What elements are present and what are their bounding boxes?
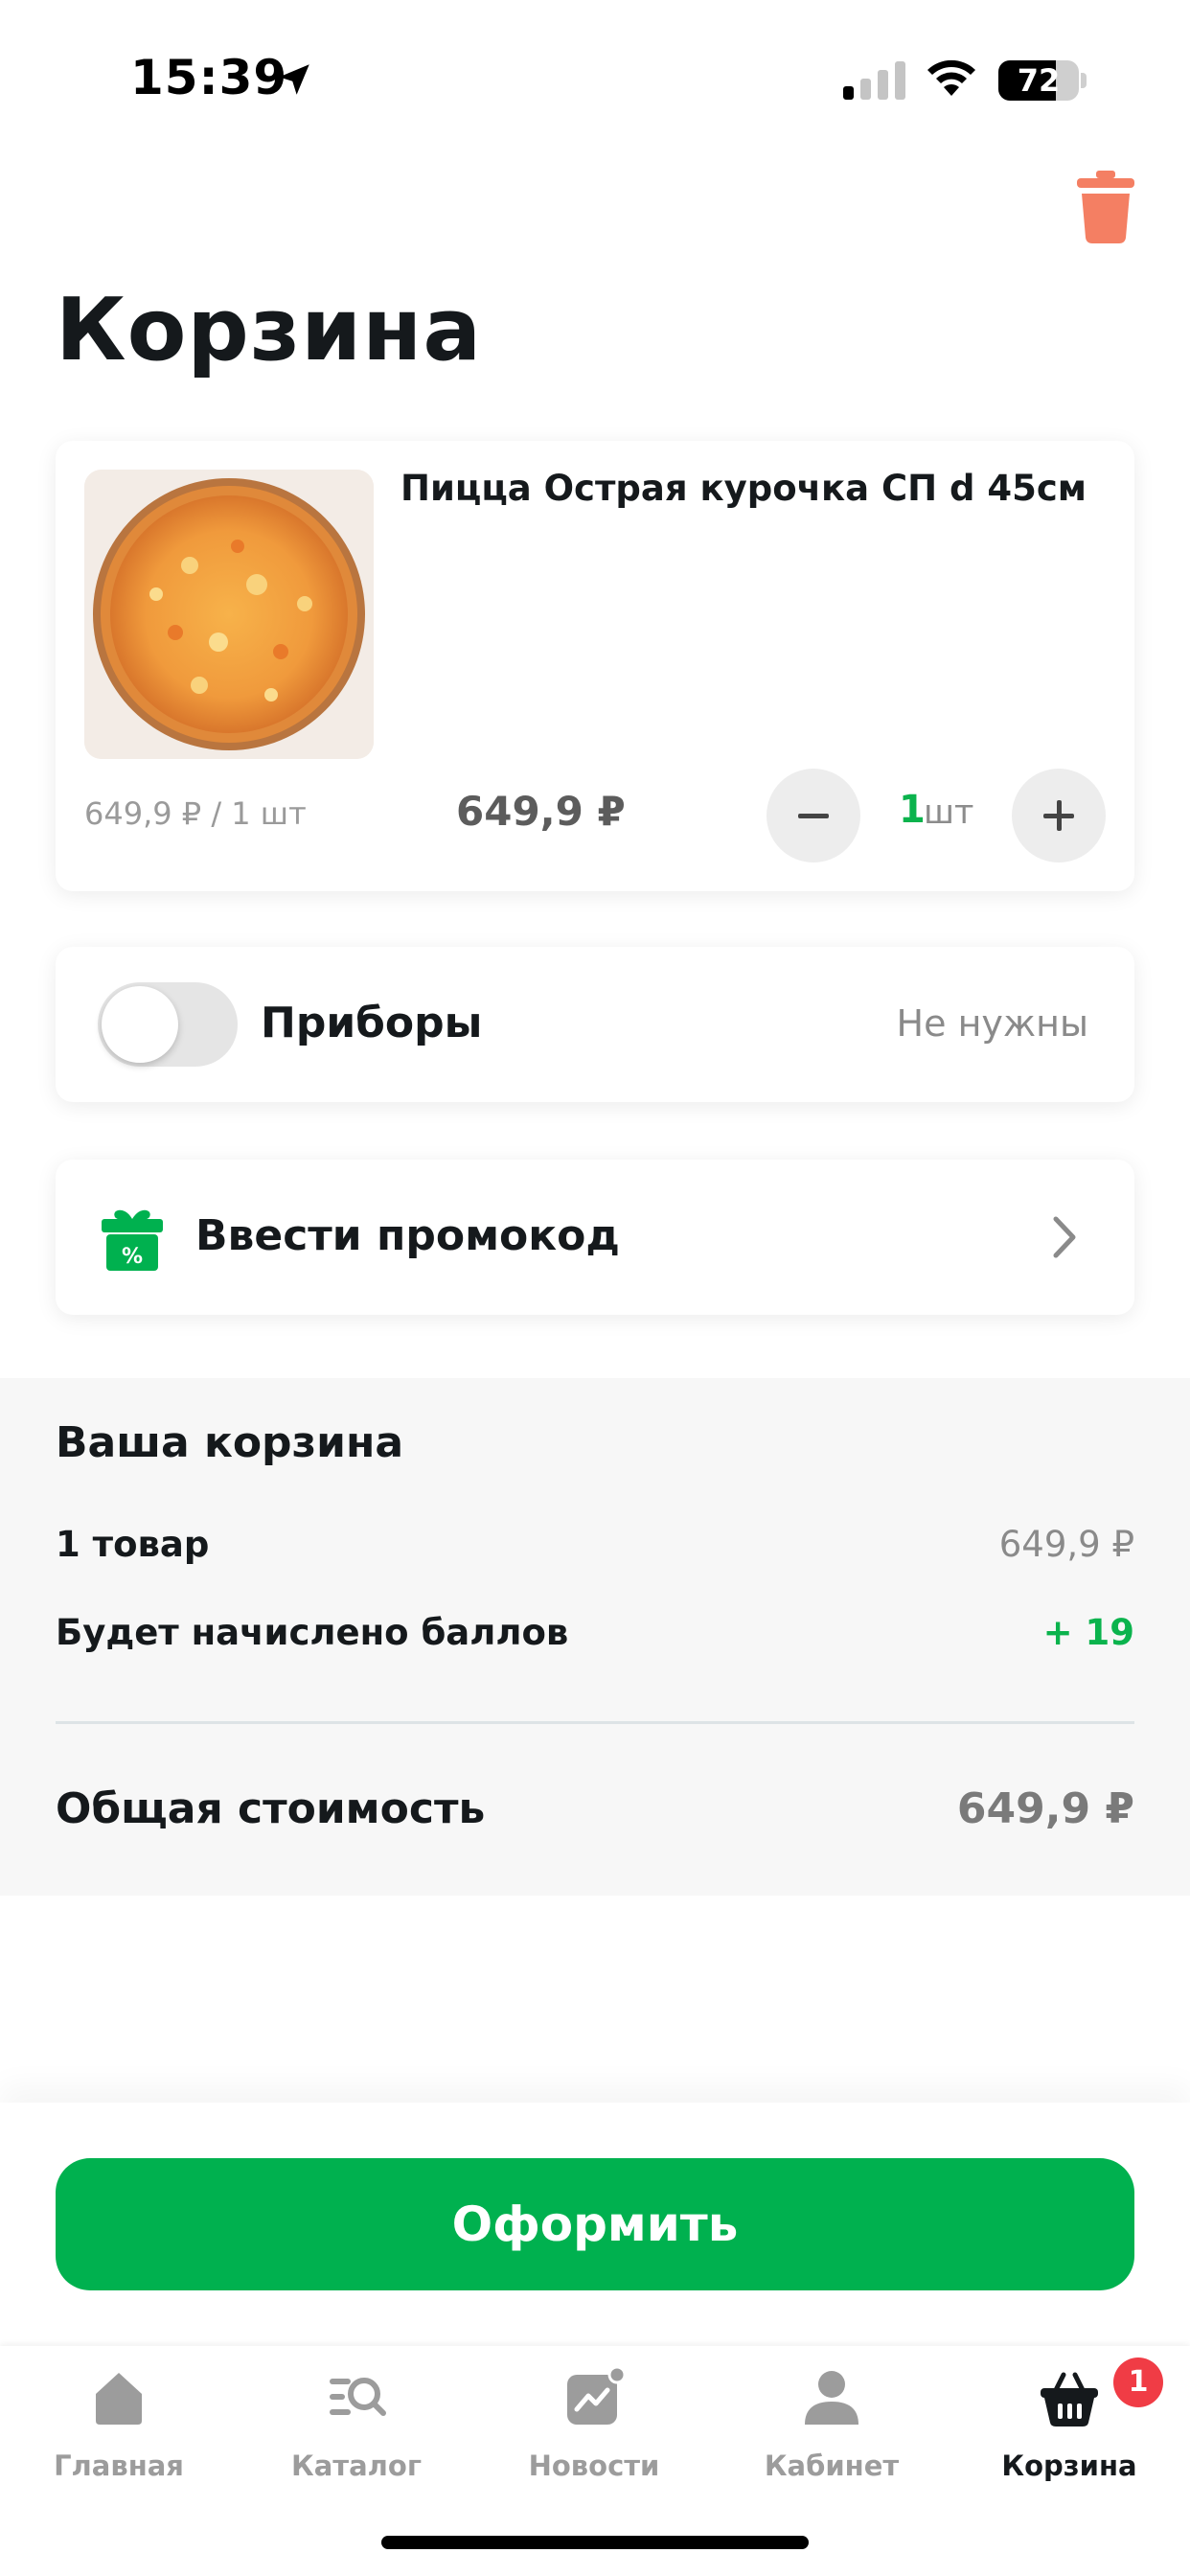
promo-label: Ввести промокод (195, 1211, 620, 1260)
points-value: + 19 (1042, 1612, 1134, 1653)
checkout-button[interactable]: Оформить (56, 2158, 1134, 2290)
cutlery-label: Приборы (261, 999, 483, 1047)
gift-percent-icon: % (102, 1209, 163, 1271)
total-label: Общая стоимость (56, 1784, 486, 1833)
tab-label-news: Новости (528, 2450, 660, 2482)
home-icon (96, 2373, 142, 2425)
svg-text:%: % (122, 1245, 143, 1269)
decrease-quantity-button[interactable] (767, 769, 860, 862)
item-quantity: 1 (899, 788, 926, 832)
cutlery-card: Приборы Не нужны (56, 947, 1134, 1102)
pizza-illustration (84, 470, 374, 759)
trash-icon[interactable] (1077, 171, 1134, 243)
promo-code-row[interactable]: % Ввести промокод (56, 1160, 1134, 1315)
news-chart-icon (567, 2367, 625, 2425)
item-name[interactable]: Пицца Острая курочка СП d 45см (400, 468, 1110, 509)
cellular-signal-icon (843, 61, 905, 100)
tab-news[interactable]: Новости (475, 2346, 713, 2538)
item-unit-price: 649,9 ₽ / 1 шт (84, 795, 307, 832)
tab-label-account: Кабинет (764, 2450, 900, 2482)
checkout-area: Оформить (0, 2103, 1190, 2346)
location-arrow-icon (279, 64, 309, 95)
tab-label-home: Главная (54, 2450, 184, 2482)
status-time: 15:39 (130, 50, 288, 105)
summary-title: Ваша корзина (56, 1418, 404, 1467)
points-label: Будет начислено баллов (56, 1612, 569, 1653)
basket-icon (1041, 2372, 1098, 2426)
tab-home[interactable]: Главная (0, 2346, 238, 2538)
tab-account[interactable]: Кабинет (713, 2346, 950, 2538)
cart-summary: Ваша корзина 1 товар 649,9 ₽ Будет начис… (0, 1378, 1190, 1896)
status-bar: 15:39 72 (0, 0, 1190, 163)
tab-label-catalog: Каталог (291, 2450, 422, 2482)
minus-icon (798, 814, 829, 818)
items-subtotal: 649,9 ₽ (998, 1524, 1134, 1565)
cutlery-toggle[interactable] (98, 982, 238, 1067)
tab-catalog[interactable]: Каталог (238, 2346, 475, 2538)
cutlery-status: Не нужны (896, 1002, 1088, 1045)
pizza-image[interactable] (84, 470, 374, 759)
battery-level: 72 (1017, 62, 1061, 99)
total-value: 649,9 ₽ (956, 1784, 1134, 1833)
cart-badge: 1 (1113, 2358, 1163, 2407)
summary-divider (56, 1721, 1134, 1724)
tab-cart[interactable]: 1 Корзина (950, 2346, 1188, 2538)
items-count-label: 1 товар (56, 1524, 210, 1565)
cart-item-card: Пицца Острая курочка СП d 45см 649,9 ₽ /… (56, 441, 1134, 891)
home-indicator[interactable] (381, 2536, 809, 2549)
increase-quantity-button[interactable] (1012, 769, 1106, 862)
battery-indicator: 72 (998, 60, 1087, 101)
page-title: Корзина (56, 280, 483, 380)
wifi-icon (927, 59, 975, 96)
toggle-knob (102, 986, 178, 1063)
catalog-search-icon (330, 2378, 386, 2416)
item-total-price: 649,9 ₽ (456, 788, 626, 835)
user-icon (805, 2371, 858, 2425)
tab-label-cart: Корзина (1001, 2450, 1137, 2482)
chevron-right-icon (1053, 1216, 1076, 1258)
item-quantity-unit: шт (924, 794, 974, 832)
